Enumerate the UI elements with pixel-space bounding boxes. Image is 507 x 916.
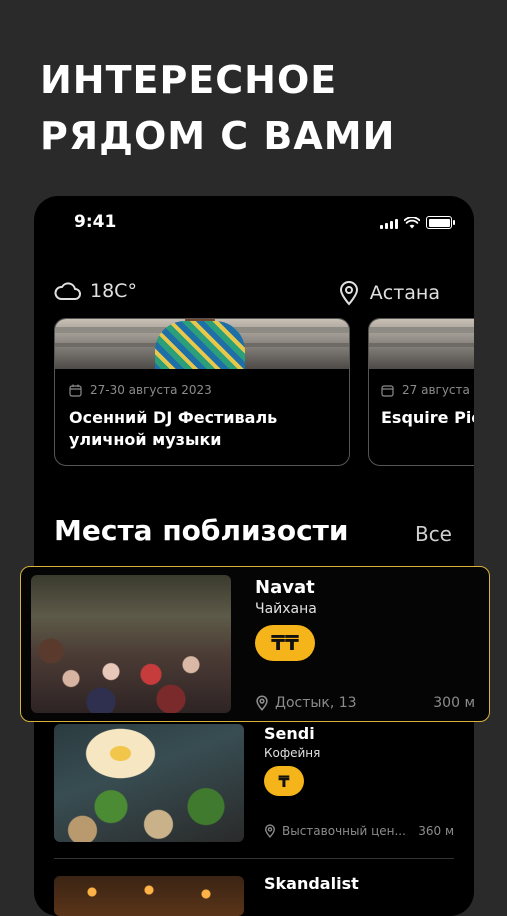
place-type: Кофейня: [264, 746, 321, 760]
place-address: Выставочный цен...: [264, 824, 406, 838]
place-distance: 360 м: [418, 824, 454, 838]
place-address: Достык, 13: [255, 695, 357, 711]
see-all-link[interactable]: Все: [415, 522, 452, 546]
featured-place-card[interactable]: Navat Чайхана ₸₸ Достык, 13 300 м: [20, 566, 490, 722]
phone-mockup: 9:41 18C° Астана 27-30 августа 2023 Осен…: [34, 196, 474, 916]
status-time: 9:41: [74, 212, 117, 232]
location-pin-icon: [265, 824, 275, 838]
event-date: 27-30 августа 2023: [69, 383, 212, 397]
page-headline: ИНТЕРЕСНОЕ РЯДОМ С ВАМИ: [40, 52, 395, 164]
events-carousel[interactable]: 27-30 августа 2023 Осенний DJ Фестиваль …: [54, 318, 474, 468]
place-distance: 300 м: [433, 695, 475, 711]
calendar-icon: [381, 384, 394, 397]
nearby-section-title: Места поблизости: [54, 514, 349, 547]
location-selector[interactable]: Астана: [338, 280, 440, 306]
event-date: 27 августа: [381, 383, 470, 397]
location-pin-icon: [256, 695, 268, 711]
event-card[interactable]: 27 августа Esquire Picnic: [368, 318, 474, 466]
place-type: Чайхана: [255, 601, 317, 617]
event-date-text: 27-30 августа 2023: [90, 383, 212, 397]
place-name: Navat: [255, 577, 315, 598]
weather-temperature: 18C°: [90, 280, 137, 302]
place-address-text: Достык, 13: [275, 695, 357, 711]
calendar-icon: [69, 384, 82, 397]
place-image: [54, 876, 244, 916]
battery-icon: [426, 216, 455, 229]
event-image: [55, 319, 349, 369]
event-image: [369, 319, 474, 369]
event-title: Осенний DJ Фестиваль уличной музыки: [69, 408, 278, 449]
place-name: Skandalist: [264, 874, 359, 893]
place-address-text: Выставочный цен...: [282, 824, 406, 838]
event-title: Esquire Picnic: [381, 408, 474, 427]
list-divider: [54, 858, 454, 859]
price-badge: ₸₸: [255, 625, 315, 661]
price-badge: ₸: [264, 766, 304, 796]
headline-line-1: ИНТЕРЕСНОЕ: [40, 58, 338, 102]
status-bar: 9:41: [34, 196, 474, 252]
weather-widget: 18C°: [54, 280, 137, 302]
place-card[interactable]: Skandalist: [54, 870, 454, 916]
wifi-icon: [404, 217, 420, 229]
city-name: Астана: [369, 282, 440, 304]
headline-line-2: РЯДОМ С ВАМИ: [40, 114, 396, 158]
cloud-icon: [54, 282, 81, 300]
place-name: Sendi: [264, 724, 315, 743]
place-image: [54, 724, 244, 842]
cellular-signal-icon: [380, 219, 398, 229]
event-card[interactable]: 27-30 августа 2023 Осенний DJ Фестиваль …: [54, 318, 350, 466]
event-date-text: 27 августа: [402, 383, 470, 397]
place-image: [31, 575, 231, 713]
place-card[interactable]: Sendi Кофейня ₸ Выставочный цен... 360 м: [54, 716, 454, 846]
location-pin-icon: [339, 281, 358, 306]
status-icons: [380, 216, 455, 229]
